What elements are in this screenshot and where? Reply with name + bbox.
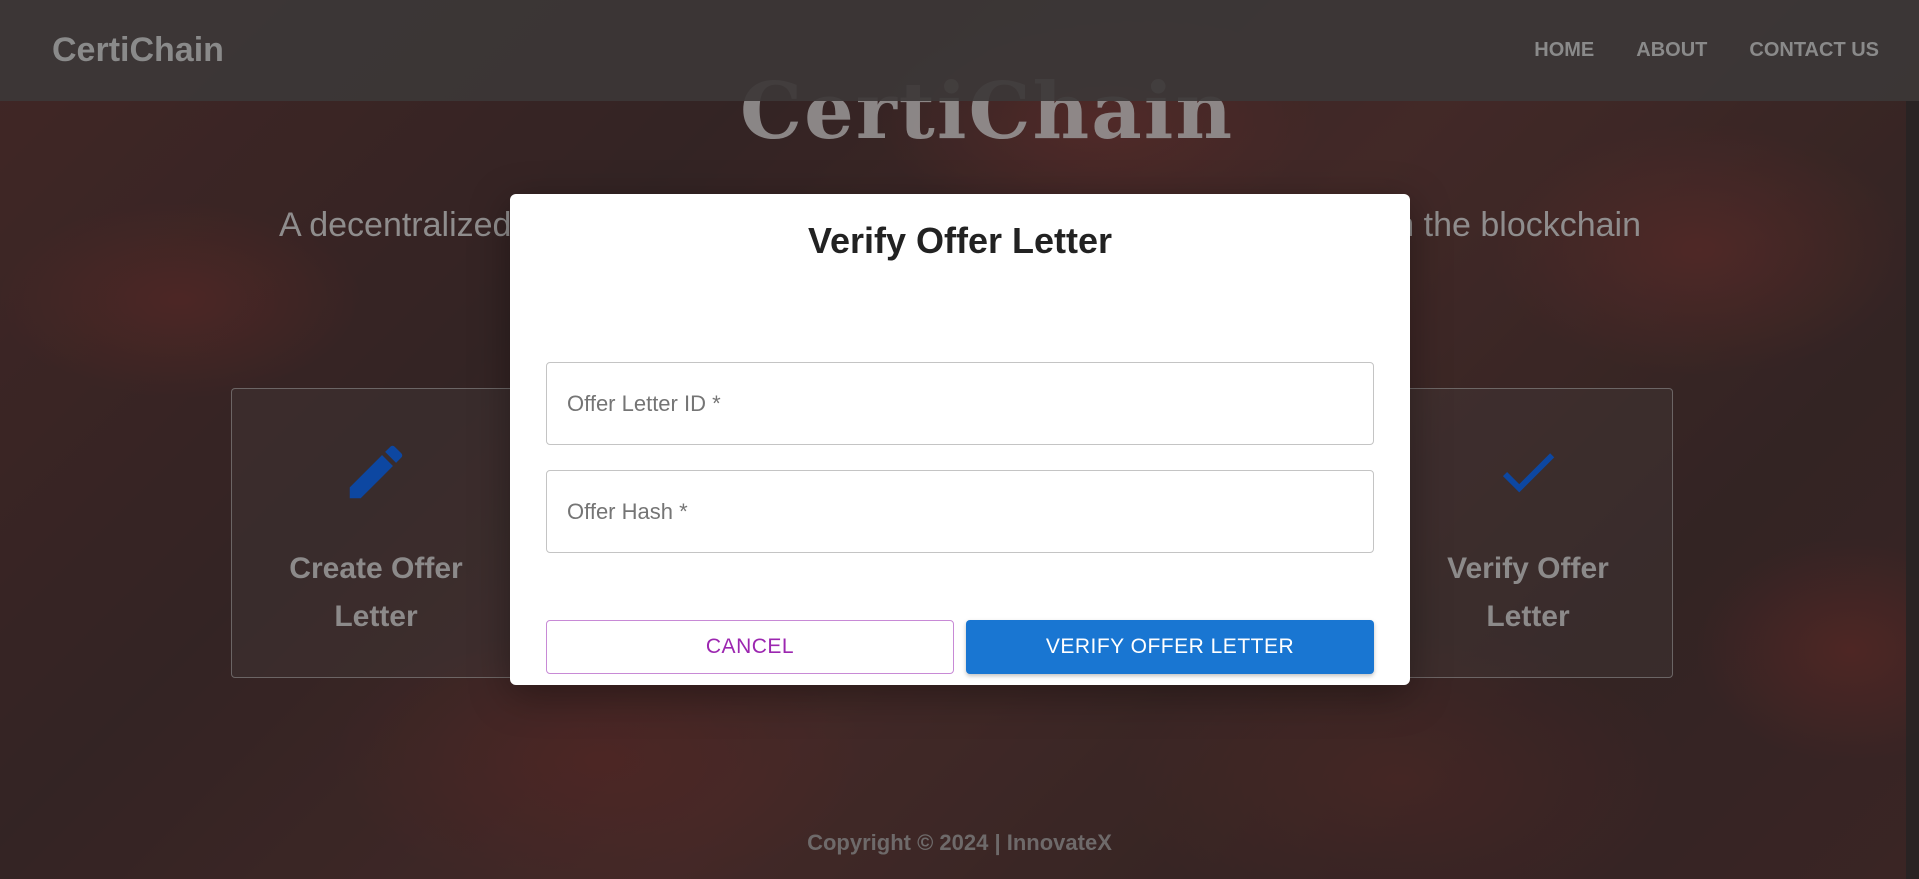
checkmark-icon (1502, 453, 1555, 493)
page-scrollbar[interactable] (1906, 101, 1919, 879)
offer-letter-id-input[interactable] (547, 363, 1373, 444)
footer-copyright: Copyright © 2024 | InnovateX (807, 830, 1112, 855)
nav-about-link[interactable]: ABOUT (1636, 39, 1707, 62)
brand-logo[interactable]: CertiChain (52, 31, 224, 70)
verify-offer-dialog: Verify Offer Letter CANCEL VERIFY OFFER … (510, 194, 1410, 685)
nav-links: HOME ABOUT CONTACT US (1534, 39, 1879, 62)
top-navbar: CertiChain HOME ABOUT CONTACT US (0, 0, 1919, 101)
dialog-title: Verify Offer Letter (807, 220, 1113, 261)
offer-hash-field[interactable] (546, 470, 1374, 553)
create-offer-card-title: Create Offer Letter (289, 552, 463, 633)
pencil-icon (349, 445, 403, 499)
verify-offer-letter-button[interactable]: VERIFY OFFER LETTER (966, 620, 1374, 674)
verify-offer-card-title: Verify Offer Letter (1447, 552, 1609, 633)
nav-contact-link[interactable]: CONTACT US (1749, 39, 1879, 62)
create-offer-card[interactable]: Create Offer Letter (231, 388, 521, 678)
cancel-button[interactable]: CANCEL (546, 620, 954, 674)
nav-home-link[interactable]: HOME (1534, 39, 1594, 62)
verify-offer-card[interactable]: Verify Offer Letter (1383, 388, 1673, 678)
offer-letter-id-field[interactable] (546, 362, 1374, 445)
offer-hash-input[interactable] (547, 471, 1373, 552)
